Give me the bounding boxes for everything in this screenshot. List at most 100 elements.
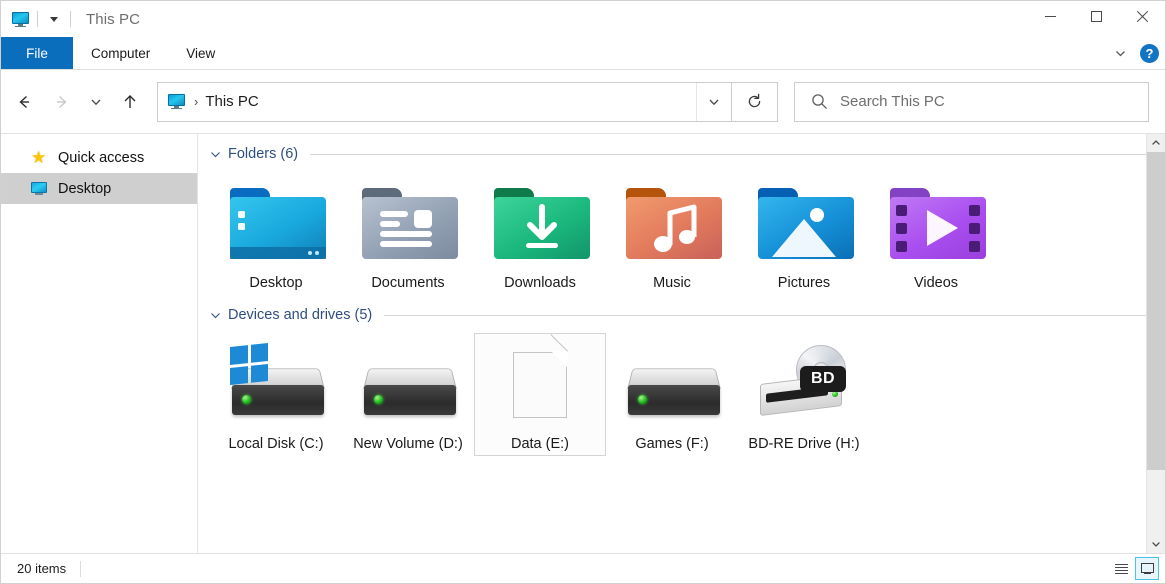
title-bar: This PC xyxy=(1,1,1165,37)
search-box[interactable]: Search This PC xyxy=(794,81,1149,122)
search-icon xyxy=(811,93,828,110)
list-item[interactable]: Desktop xyxy=(210,172,342,295)
folder-documents-icon xyxy=(360,179,458,269)
chevron-down-icon[interactable] xyxy=(210,310,221,321)
group-divider xyxy=(310,153,1147,155)
forward-button[interactable] xyxy=(43,82,81,122)
list-item[interactable]: Games (F:) xyxy=(606,333,738,456)
maximize-button[interactable] xyxy=(1073,1,1119,31)
bd-badge-label: BD xyxy=(800,366,846,393)
sidebar-item-desktop[interactable]: Desktop xyxy=(1,173,197,204)
help-button[interactable]: ? xyxy=(1140,43,1159,63)
list-item[interactable]: Pictures xyxy=(738,172,870,295)
window-title: This PC xyxy=(86,10,141,28)
folder-videos-icon xyxy=(888,179,986,269)
recent-locations-button[interactable] xyxy=(81,82,111,122)
details-view-button[interactable] xyxy=(1109,557,1133,580)
tab-computer[interactable]: Computer xyxy=(73,37,168,69)
hard-drive-icon xyxy=(360,340,457,430)
vertical-scrollbar[interactable] xyxy=(1146,134,1165,553)
refresh-button[interactable] xyxy=(732,81,778,122)
hard-drive-windows-icon xyxy=(228,340,325,430)
breadcrumb-separator: › xyxy=(194,94,199,109)
minimize-button[interactable] xyxy=(1027,1,1073,31)
group-header-devices-and-drives[interactable]: Devices and drives (5) xyxy=(210,307,1147,323)
quick-access-toolbar xyxy=(1,9,78,29)
list-item[interactable]: New Volume (D:) xyxy=(342,333,474,456)
view-mode-buttons xyxy=(1109,554,1159,583)
status-bar: 20 items xyxy=(1,553,1165,583)
chevron-up-icon[interactable] xyxy=(1147,134,1165,152)
monitor-icon xyxy=(168,93,186,110)
group-header-folders[interactable]: Folders (6) xyxy=(210,146,1147,162)
item-label: Local Disk (C:) xyxy=(228,436,324,453)
item-label: Videos xyxy=(913,275,959,291)
item-count-label: 20 items xyxy=(17,561,67,576)
large-icons-view-button[interactable] xyxy=(1135,557,1159,580)
back-button[interactable] xyxy=(5,82,43,122)
ribbon-tab-bar: File Computer View ? xyxy=(1,37,1165,70)
list-item[interactable]: BD BD-RE Drive (H:) xyxy=(738,333,870,456)
chevron-down-icon[interactable] xyxy=(1147,535,1165,553)
address-dropdown-icon[interactable] xyxy=(696,82,731,121)
breadcrumb[interactable]: › This PC xyxy=(158,93,696,110)
monitor-icon xyxy=(31,181,51,196)
scrollbar-thumb[interactable] xyxy=(1147,152,1165,470)
chevron-down-icon[interactable] xyxy=(210,149,221,160)
folder-desktop-icon xyxy=(228,179,326,269)
sidebar-item-quick-access[interactable]: ★ Quick access xyxy=(1,142,197,173)
group-title: Folders (6) xyxy=(228,146,299,162)
list-item[interactable]: Music xyxy=(606,172,738,295)
group-divider xyxy=(384,314,1147,316)
item-label: Desktop xyxy=(249,275,303,291)
caption-buttons xyxy=(1027,1,1165,31)
tab-file[interactable]: File xyxy=(1,37,73,69)
item-label: New Volume (D:) xyxy=(353,436,463,453)
status-divider xyxy=(80,560,82,577)
sidebar-item-label: Quick access xyxy=(58,149,145,166)
item-label: Music xyxy=(653,275,691,291)
address-bar[interactable]: › This PC xyxy=(157,81,732,122)
item-label: Downloads xyxy=(504,275,576,291)
close-button[interactable] xyxy=(1119,1,1165,31)
list-item[interactable]: Downloads xyxy=(474,172,606,295)
drives-tile-grid: Local Disk (C:) New Volume (D:) Data (E:… xyxy=(210,323,1165,457)
chevron-down-icon[interactable] xyxy=(1110,43,1130,63)
item-label: Documents xyxy=(371,275,445,291)
large-icon-icon xyxy=(1140,562,1154,575)
sidebar-item-label: Desktop xyxy=(58,180,112,197)
breadcrumb-item-this-pc[interactable]: This PC xyxy=(205,93,258,110)
folders-tile-grid: Desktop Documents Downloads Music Pictur… xyxy=(210,162,1165,295)
item-label: Data (E:) xyxy=(510,436,569,453)
list-item[interactable]: Data (E:) xyxy=(474,333,606,457)
toolbar-divider xyxy=(37,11,38,27)
list-lines-icon xyxy=(1114,562,1128,576)
explorer-body: ★ Quick access Desktop Folders (6) Deskt… xyxy=(1,133,1165,553)
folder-downloads-icon xyxy=(492,179,590,269)
group-title: Devices and drives (5) xyxy=(228,307,373,324)
item-label: Games (F:) xyxy=(635,436,709,453)
ribbon-right-controls: ? xyxy=(1110,37,1159,69)
navigation-pane: ★ Quick access Desktop xyxy=(1,134,198,553)
folder-pictures-icon xyxy=(756,179,854,269)
navigation-bar: › This PC Search This PC xyxy=(1,70,1165,133)
monitor-icon xyxy=(10,9,30,29)
toolbar-divider xyxy=(70,11,71,27)
item-label: Pictures xyxy=(777,275,831,291)
item-label: BD-RE Drive (H:) xyxy=(748,436,860,453)
list-item[interactable]: Videos xyxy=(870,172,1002,295)
file-list-pane[interactable]: Folders (6) Desktop Documents Downloads … xyxy=(198,134,1165,553)
star-icon: ★ xyxy=(31,148,47,167)
search-input[interactable]: Search This PC xyxy=(840,93,945,110)
chevron-down-icon[interactable] xyxy=(45,10,63,28)
windows-logo-icon xyxy=(230,343,268,386)
list-item[interactable]: Local Disk (C:) xyxy=(210,333,342,456)
folder-music-icon xyxy=(624,179,722,269)
up-button[interactable] xyxy=(111,82,149,122)
scrollbar-track[interactable] xyxy=(1147,152,1165,535)
blank-page-icon xyxy=(492,334,588,430)
list-item[interactable]: Documents xyxy=(342,172,474,295)
tab-view[interactable]: View xyxy=(168,37,233,69)
hard-drive-icon xyxy=(624,340,721,430)
file-explorer-window: This PC File Computer View ? › This PC S… xyxy=(0,0,1166,584)
